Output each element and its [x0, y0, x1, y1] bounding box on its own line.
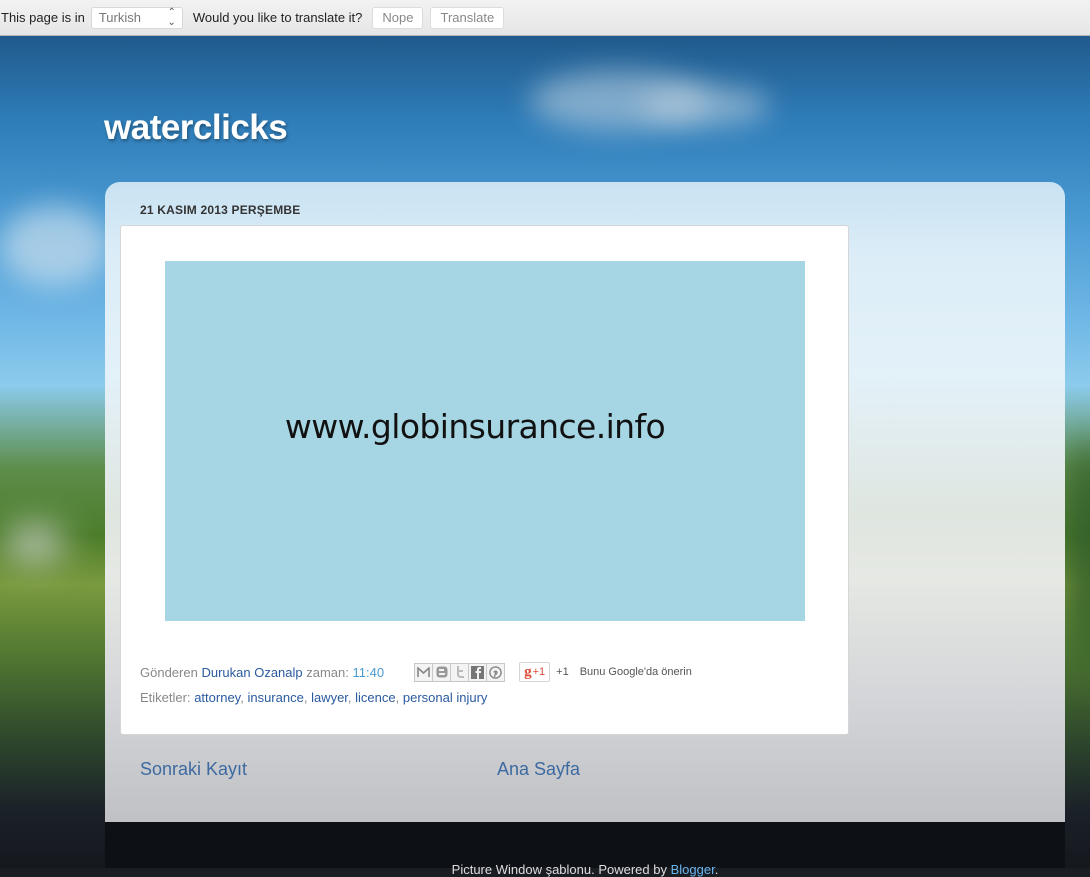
- pinterest-icon: [489, 665, 502, 679]
- background-blur: [1070, 436, 1090, 676]
- post-time-link[interactable]: 11:40: [353, 665, 385, 680]
- main-content-panel: 21 KASIM 2013 PERŞEMBE www.globinsurance…: [105, 182, 1065, 822]
- blog-title[interactable]: waterclicks: [104, 108, 288, 148]
- blogger-link[interactable]: Blogger: [671, 862, 715, 877]
- post-card: www.globinsurance.info Gönderen Durukan …: [120, 225, 849, 735]
- older-post-link[interactable]: Sonraki Kayıt: [140, 759, 247, 780]
- posted-by-label: Gönderen: [140, 664, 198, 680]
- post-date-header: 21 KASIM 2013 PERŞEMBE: [140, 203, 301, 217]
- blogger-icon: [436, 666, 448, 678]
- blogger-share-button[interactable]: [432, 662, 452, 682]
- label-link[interactable]: insurance: [247, 690, 303, 705]
- footer-text: Picture Window şablonu. Powered by: [451, 862, 671, 877]
- label-link[interactable]: licence: [355, 690, 395, 705]
- cloud-decoration: [640, 86, 770, 126]
- label-link[interactable]: personal injury: [403, 690, 488, 705]
- google-plus-label: +1: [532, 666, 546, 678]
- post-labels: Etiketler: attorney, insurance, lawyer, …: [140, 690, 488, 705]
- translate-bar-prefix: This page is in: [1, 10, 85, 25]
- post-image[interactable]: www.globinsurance.info: [165, 261, 805, 621]
- label-link[interactable]: attorney: [194, 690, 240, 705]
- facebook-share-button[interactable]: [468, 662, 488, 682]
- home-link[interactable]: Ana Sayfa: [497, 759, 580, 780]
- google-plus-icon: g: [524, 663, 532, 680]
- cloud-decoration: [0, 206, 110, 286]
- twitter-share-button[interactable]: [450, 662, 470, 682]
- footer-attribution: Picture Window şablonu. Powered by Blogg…: [105, 862, 1065, 877]
- twitter-icon: [456, 666, 464, 678]
- language-select-value: Turkish: [98, 10, 141, 25]
- select-arrows-icon: ⌃ ⌄: [167, 6, 176, 28]
- nope-button[interactable]: Nope: [372, 6, 424, 29]
- author-link[interactable]: Durukan Ozanalp: [201, 665, 302, 680]
- language-select[interactable]: Turkish ⌃ ⌄: [90, 6, 183, 29]
- post-footer-line: Gönderen Durukan Ozanalp zaman: 11:40 g …: [140, 662, 692, 682]
- translate-bar-question: Would you like to translate it?: [192, 10, 363, 25]
- google-recommend-text: Bunu Google'da önerin: [579, 666, 692, 678]
- share-buttons: [414, 662, 506, 682]
- footer-suffix: .: [714, 862, 719, 877]
- facebook-icon: [471, 665, 485, 679]
- post-image-text: www.globinsurance.info: [284, 406, 666, 446]
- email-share-button[interactable]: [414, 662, 434, 682]
- google-plus-one-button[interactable]: g +1: [519, 662, 551, 682]
- pinterest-share-button[interactable]: [486, 662, 506, 682]
- labels-prefix: Etiketler:: [140, 690, 191, 705]
- footer: Picture Window şablonu. Powered by Blogg…: [105, 822, 1065, 877]
- translate-bar: This page is in Turkish ⌃ ⌄ Would you lik…: [0, 0, 1090, 36]
- translate-button[interactable]: Translate: [430, 6, 505, 29]
- background-blur: [5, 526, 65, 561]
- google-plus-count: +1: [556, 666, 569, 678]
- email-icon: [417, 666, 430, 677]
- label-link[interactable]: lawyer: [311, 690, 348, 705]
- time-label: zaman:: [306, 664, 349, 680]
